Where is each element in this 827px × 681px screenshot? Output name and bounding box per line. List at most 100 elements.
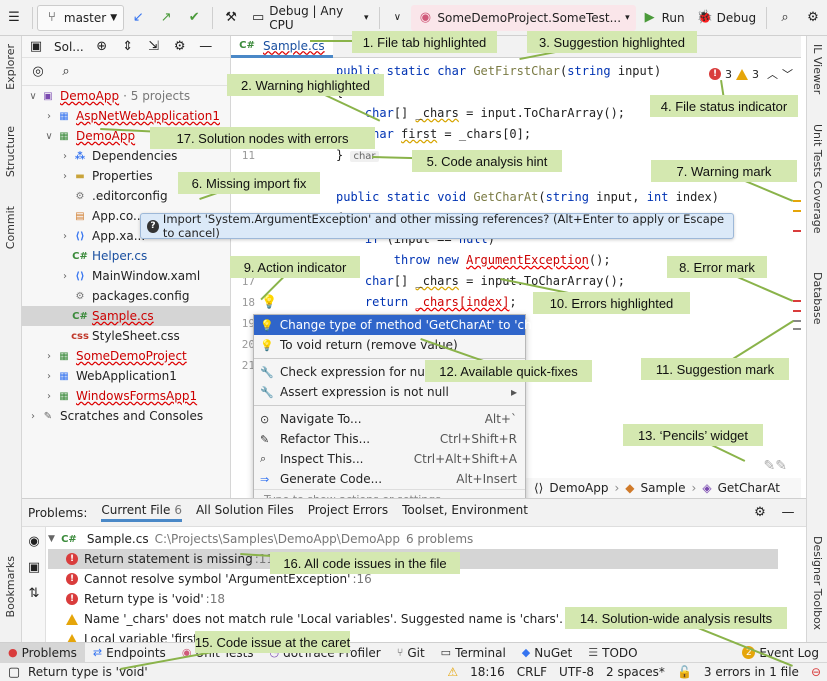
collapse-button[interactable]: ∨ bbox=[383, 5, 411, 31]
tool-tab-endpoints[interactable]: ⇄ Endpoints bbox=[85, 643, 174, 663]
problems-tab[interactable]: Current File 6 bbox=[101, 503, 182, 522]
caret-position[interactable]: 18:16 bbox=[470, 665, 505, 679]
no-entry-icon[interactable]: ⊖ bbox=[811, 665, 821, 679]
tree-node[interactable]: › ▦ AspNetWebApplication1 bbox=[22, 106, 230, 126]
code-line[interactable]: char[] _chars = input.ToCharArray(); bbox=[336, 274, 625, 288]
quick-fix-item[interactable]: 🔧 Assert expression is not null ▸ bbox=[254, 382, 525, 402]
tree-node[interactable]: › ▦ SomeDemoProject bbox=[22, 346, 230, 366]
preview-icon[interactable]: ▣ bbox=[26, 559, 42, 575]
structure-tool-tab[interactable]: Structure bbox=[4, 126, 17, 177]
analysis-icon[interactable]: ◎ bbox=[30, 64, 46, 80]
indent-setting[interactable]: 2 spaces* bbox=[606, 665, 665, 679]
chevron-right-icon[interactable]: › bbox=[42, 391, 56, 402]
pencils-widget[interactable]: ✎✎ bbox=[764, 458, 787, 474]
code-line[interactable]: public static char GetFirstChar(string i… bbox=[336, 64, 661, 78]
branch-selector[interactable]: ⑂ master ▼ bbox=[36, 4, 125, 31]
tree-node[interactable]: ⚙ packages.config bbox=[22, 286, 230, 306]
search-icon[interactable]: ⌕ bbox=[58, 64, 74, 80]
chevron-right-icon[interactable]: › bbox=[42, 351, 56, 362]
quick-fix-item[interactable]: ⊙ Navigate To... Alt+` bbox=[254, 409, 525, 429]
build-button[interactable]: ⚒ bbox=[217, 5, 245, 31]
run-button[interactable]: ▶ Run bbox=[636, 5, 691, 31]
tool-tab-todo[interactable]: ☰ TODO bbox=[580, 643, 645, 663]
tree-node[interactable]: › ⟨⟩ MainWindow.xaml bbox=[22, 266, 230, 286]
error-mark[interactable] bbox=[793, 310, 801, 312]
chevron-down-icon[interactable]: ∨ bbox=[42, 131, 56, 142]
line-ending[interactable]: CRLF bbox=[517, 665, 547, 679]
solution-analysis-status[interactable]: 3 errors in 1 file bbox=[704, 665, 799, 679]
tree-node[interactable]: › ⁂ Dependencies bbox=[22, 146, 230, 166]
quick-fix-item[interactable]: ✎ Refactor This... Ctrl+Shift+R bbox=[254, 429, 525, 449]
chevron-right-icon[interactable]: › bbox=[58, 151, 72, 162]
breadcrumb-item[interactable]: GetCharAt bbox=[718, 481, 780, 495]
quick-fix-item[interactable]: 💡 Change type of method 'GetCharAt' to 'c… bbox=[254, 315, 547, 335]
config-selector[interactable]: ▭ Debug | Any CPU ▾ bbox=[245, 4, 374, 32]
update-button[interactable]: ↙ bbox=[124, 5, 152, 31]
quick-fix-item[interactable]: ⇒ Generate Code... Alt+Insert bbox=[254, 469, 525, 489]
tree-node[interactable]: › ▦ WindowsFormsApp1 bbox=[22, 386, 230, 406]
tree-node[interactable]: C# Sample.cs bbox=[22, 306, 230, 326]
tool-tab-terminal[interactable]: ▭ Terminal bbox=[433, 643, 514, 663]
minimize-icon[interactable]: — bbox=[780, 505, 796, 521]
window-icon[interactable]: ▢ bbox=[6, 664, 22, 680]
problems-tab[interactable]: All Solution Files bbox=[196, 503, 294, 522]
breadcrumb-item[interactable]: Sample bbox=[641, 481, 686, 495]
sort-icon[interactable]: ⇅ bbox=[26, 585, 42, 601]
problem-item[interactable]: Name '_chars' does not match rule 'Local… bbox=[66, 609, 577, 629]
problems-tab[interactable]: Toolset, Environment bbox=[402, 503, 528, 522]
breadcrumb-item[interactable]: DemoApp bbox=[549, 481, 608, 495]
code-line[interactable]: } char bbox=[336, 148, 379, 162]
tree-node[interactable]: C# Helper.cs bbox=[22, 246, 230, 266]
quick-fix-item[interactable]: ⌕ Inspect This... Ctrl+Alt+Shift+A bbox=[254, 449, 525, 469]
error-mark[interactable] bbox=[793, 230, 801, 232]
chevron-right-icon[interactable]: › bbox=[42, 371, 56, 382]
chevron-right-icon[interactable]: › bbox=[42, 111, 56, 122]
code-line[interactable]: public static void GetCharAt(string inpu… bbox=[336, 190, 719, 204]
error-mark[interactable] bbox=[793, 300, 801, 302]
marker-bar[interactable] bbox=[793, 58, 801, 478]
chevron-up-icon[interactable]: ︿ bbox=[767, 66, 778, 82]
collapse-icon[interactable]: ⇲ bbox=[146, 39, 162, 55]
chevron-right-icon[interactable]: › bbox=[58, 231, 72, 242]
code-line[interactable]: return _chars[index]; bbox=[336, 295, 517, 309]
designer-toolbox-tool-tab[interactable]: Designer Toolbox bbox=[811, 536, 824, 630]
problems-file-row[interactable]: ▼ C# Sample.cs C:\Projects\Samples\DemoA… bbox=[48, 529, 473, 549]
quick-fix-item[interactable]: 💡 To void return (remove value) bbox=[254, 335, 525, 355]
warning-mark[interactable] bbox=[793, 200, 801, 202]
problem-item[interactable]: ! Return type is 'void':18 bbox=[66, 589, 225, 609]
tool-tab-problems[interactable]: ● Problems bbox=[0, 642, 85, 663]
gear-icon[interactable]: ⚙ bbox=[172, 39, 188, 55]
eye-icon[interactable]: ◉ bbox=[26, 533, 42, 549]
commit-tool-tab[interactable]: Commit bbox=[4, 206, 17, 249]
file-tab-sample-cs[interactable]: C# Sample.cs bbox=[231, 36, 333, 58]
code-line[interactable]: char[] _chars = input.ToCharArray(); bbox=[336, 106, 625, 120]
chevron-right-icon[interactable]: › bbox=[26, 411, 40, 422]
tool-tab-nuget[interactable]: ◆ NuGet bbox=[514, 643, 580, 663]
missing-import-popup[interactable]: ? Import 'System.ArgumentException' and … bbox=[140, 212, 734, 240]
target-icon[interactable]: ⊕ bbox=[94, 39, 110, 55]
tree-node[interactable]: › ▦ WebApplication1 bbox=[22, 366, 230, 386]
tree-node[interactable]: › ✎ Scratches and Consoles bbox=[22, 406, 230, 426]
bookmarks-tool-tab[interactable]: Bookmarks bbox=[4, 556, 17, 617]
gear-icon[interactable]: ⚙ bbox=[752, 505, 768, 521]
lock-icon[interactable]: 🔓 bbox=[677, 665, 692, 679]
problems-tab[interactable]: Project Errors bbox=[308, 503, 388, 522]
warning-mark[interactable] bbox=[793, 210, 801, 212]
commit-button[interactable]: ✔ bbox=[180, 5, 208, 31]
database-tool-tab[interactable]: Database bbox=[811, 272, 824, 325]
tree-node[interactable]: css StyleSheet.css bbox=[22, 326, 230, 346]
settings-button[interactable]: ⚙ bbox=[799, 5, 827, 31]
unit-tests-coverage-tool-tab[interactable]: Unit Tests Coverage bbox=[811, 124, 824, 233]
expand-icon[interactable]: ⇕ bbox=[120, 39, 136, 55]
hamburger-menu[interactable]: ☰ bbox=[0, 5, 28, 31]
il-viewer-tool-tab[interactable]: IL Viewer bbox=[811, 44, 824, 94]
chevron-down-icon[interactable]: ∨ bbox=[26, 91, 40, 102]
code-line[interactable]: throw new ArgumentException(); bbox=[336, 253, 611, 267]
tree-node[interactable]: ∨ ▣ DemoApp · 5 projects bbox=[22, 86, 230, 106]
chevron-right-icon[interactable]: › bbox=[58, 171, 72, 182]
push-button[interactable]: ↗ bbox=[152, 5, 180, 31]
chevron-right-icon[interactable]: › bbox=[58, 271, 72, 282]
explorer-tool-tab[interactable]: Explorer bbox=[4, 44, 17, 90]
file-encoding[interactable]: UTF-8 bbox=[559, 665, 594, 679]
chevron-down-icon[interactable]: ﹀ bbox=[782, 66, 793, 82]
